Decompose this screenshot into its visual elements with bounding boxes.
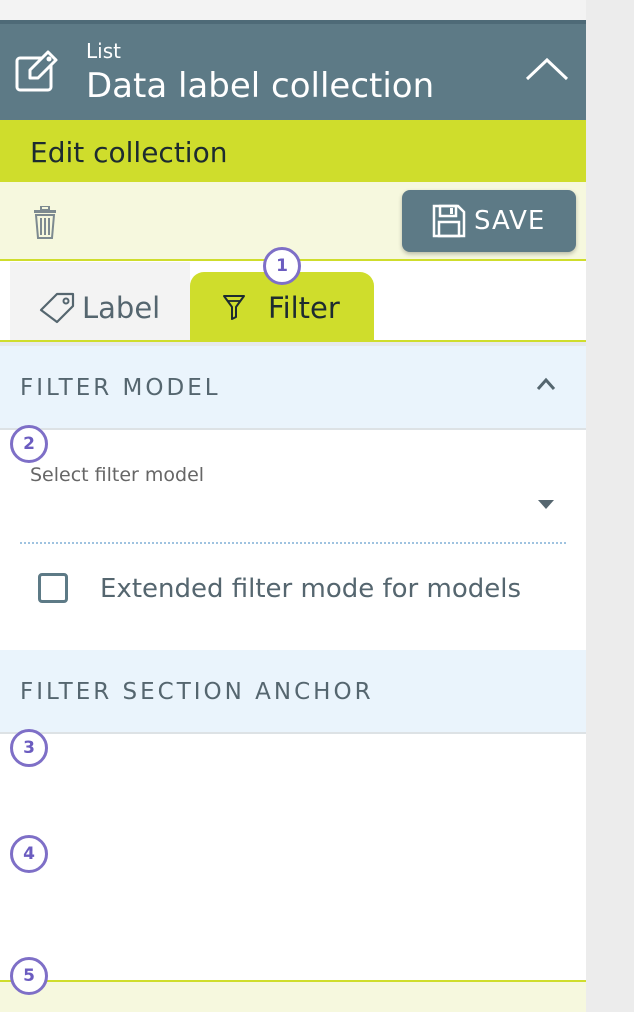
filter-section-anchor-title: FILTER SECTION ANCHOR [20,679,374,705]
save-button[interactable]: SAVE [402,190,576,252]
annotation-badge-1: 1 [263,247,301,285]
caret-down-icon[interactable] [536,498,556,510]
save-button-label: SAVE [474,206,546,236]
annotation-badge-4: 4 [10,835,48,873]
tag-icon [39,292,75,324]
filter-model-select-underline [20,542,566,544]
bottom-bar [0,982,586,1012]
edit-collection-title: Edit collection [30,136,228,169]
filter-model-select-label: Select filter model [30,464,205,486]
chevron-up-icon[interactable] [536,377,556,391]
tab-label-text[interactable]: Label [82,290,160,326]
annotation-badge-2: 2 [10,425,48,463]
annotation-badge-3: 3 [10,729,48,767]
funnel-icon [223,295,245,320]
scrollbar-track[interactable] [586,0,634,1012]
annotation-badge-5: 5 [10,957,48,995]
filter-model-section-header[interactable]: FILTER MODEL [0,346,586,430]
tab-filter-text[interactable]: Filter [268,290,340,326]
trash-icon[interactable] [32,206,58,240]
filter-model-section-title: FILTER MODEL [20,375,221,401]
side-panel: List Data label collection Edit collecti… [0,0,586,1012]
extended-filter-mode-label[interactable]: Extended filter mode for models [100,572,521,606]
save-icon [432,204,466,238]
tab-bar-filler [374,262,586,342]
tag-edit-icon [15,50,58,92]
extended-filter-mode-checkbox[interactable] [38,573,68,603]
header-subtitle: List [86,39,121,63]
header-title: Data label collection [86,66,435,106]
panel-header: List Data label collection [0,24,586,120]
chevron-up-icon[interactable] [522,54,572,84]
edit-collection-bar: Edit collection [0,120,586,182]
filter-section-anchor-content [0,734,586,980]
filter-section-anchor-header[interactable]: FILTER SECTION ANCHOR [0,650,586,734]
